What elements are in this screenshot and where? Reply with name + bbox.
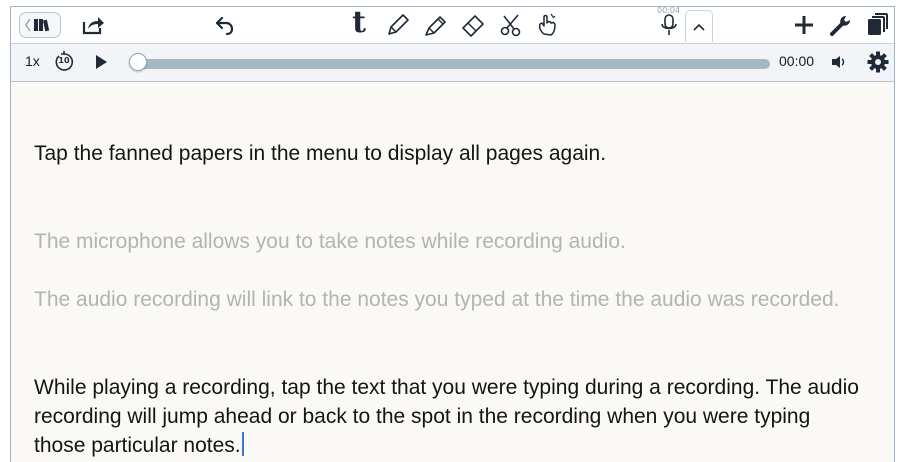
playback-speed-button[interactable]: 1x: [25, 53, 40, 69]
playback-time: 00:00: [779, 53, 815, 69]
pointer-tool-button[interactable]: [533, 10, 563, 40]
highlighter-tool-button[interactable]: [421, 10, 451, 40]
playback-settings-button[interactable]: [865, 50, 891, 74]
app-window: t 00:04 1x 10 00:00 Tap the fanned paper…: [10, 6, 895, 462]
add-icon: [793, 14, 815, 36]
text-tool-icon: t: [352, 6, 366, 40]
wrench-icon: [829, 13, 853, 37]
skip-back-10-icon: 10: [53, 51, 75, 73]
note-paragraph[interactable]: The audio recording will link to the not…: [34, 285, 864, 314]
undo-icon: [213, 15, 235, 35]
note-paragraph-last[interactable]: While playing a recording, tap the text …: [34, 373, 864, 460]
add-button[interactable]: [791, 10, 817, 40]
pencil-tool-button[interactable]: [383, 10, 413, 40]
microphone-button[interactable]: [656, 10, 682, 40]
note-paragraph[interactable]: The microphone allows you to take notes …: [34, 227, 864, 256]
pages-icon: [866, 13, 888, 37]
eraser-tool-button[interactable]: [458, 10, 488, 40]
skip-back-button[interactable]: 10: [51, 50, 77, 74]
collapse-toolbar-button[interactable]: [685, 10, 713, 42]
playback-progress-track[interactable]: [137, 59, 770, 69]
note-paragraph[interactable]: Tap the fanned papers in the menu to dis…: [34, 139, 864, 168]
note-paragraph-text: While playing a recording, tap the text …: [34, 376, 859, 457]
volume-button[interactable]: [827, 50, 851, 74]
eraser-icon: [460, 12, 486, 38]
scissors-icon: [498, 12, 524, 38]
microphone-icon: [660, 12, 678, 38]
settings-gear-icon: [867, 51, 889, 73]
highlighter-icon: [423, 12, 449, 38]
pointer-hand-icon: [535, 12, 561, 38]
text-tool-button[interactable]: t: [346, 6, 372, 40]
share-icon: [81, 14, 105, 36]
share-button[interactable]: [77, 10, 109, 40]
pencil-icon: [385, 12, 411, 38]
play-icon: [94, 54, 108, 70]
playback-scrubber-handle[interactable]: [129, 53, 147, 71]
scissors-tool-button[interactable]: [496, 10, 526, 40]
play-button[interactable]: [89, 50, 113, 74]
main-toolbar: t 00:04: [11, 7, 894, 44]
pages-button[interactable]: [864, 10, 890, 40]
skip-back-label: 10: [58, 56, 70, 65]
volume-icon: [830, 54, 848, 70]
chevron-up-icon: [692, 22, 706, 32]
tools-button[interactable]: [828, 10, 854, 40]
undo-button[interactable]: [209, 10, 239, 40]
audio-playback-bar: 1x 10 00:00: [11, 44, 894, 82]
library-icon: [25, 15, 55, 35]
text-cursor: [241, 432, 244, 456]
library-button[interactable]: [19, 12, 61, 38]
note-page[interactable]: Tap the fanned papers in the menu to dis…: [11, 82, 894, 462]
